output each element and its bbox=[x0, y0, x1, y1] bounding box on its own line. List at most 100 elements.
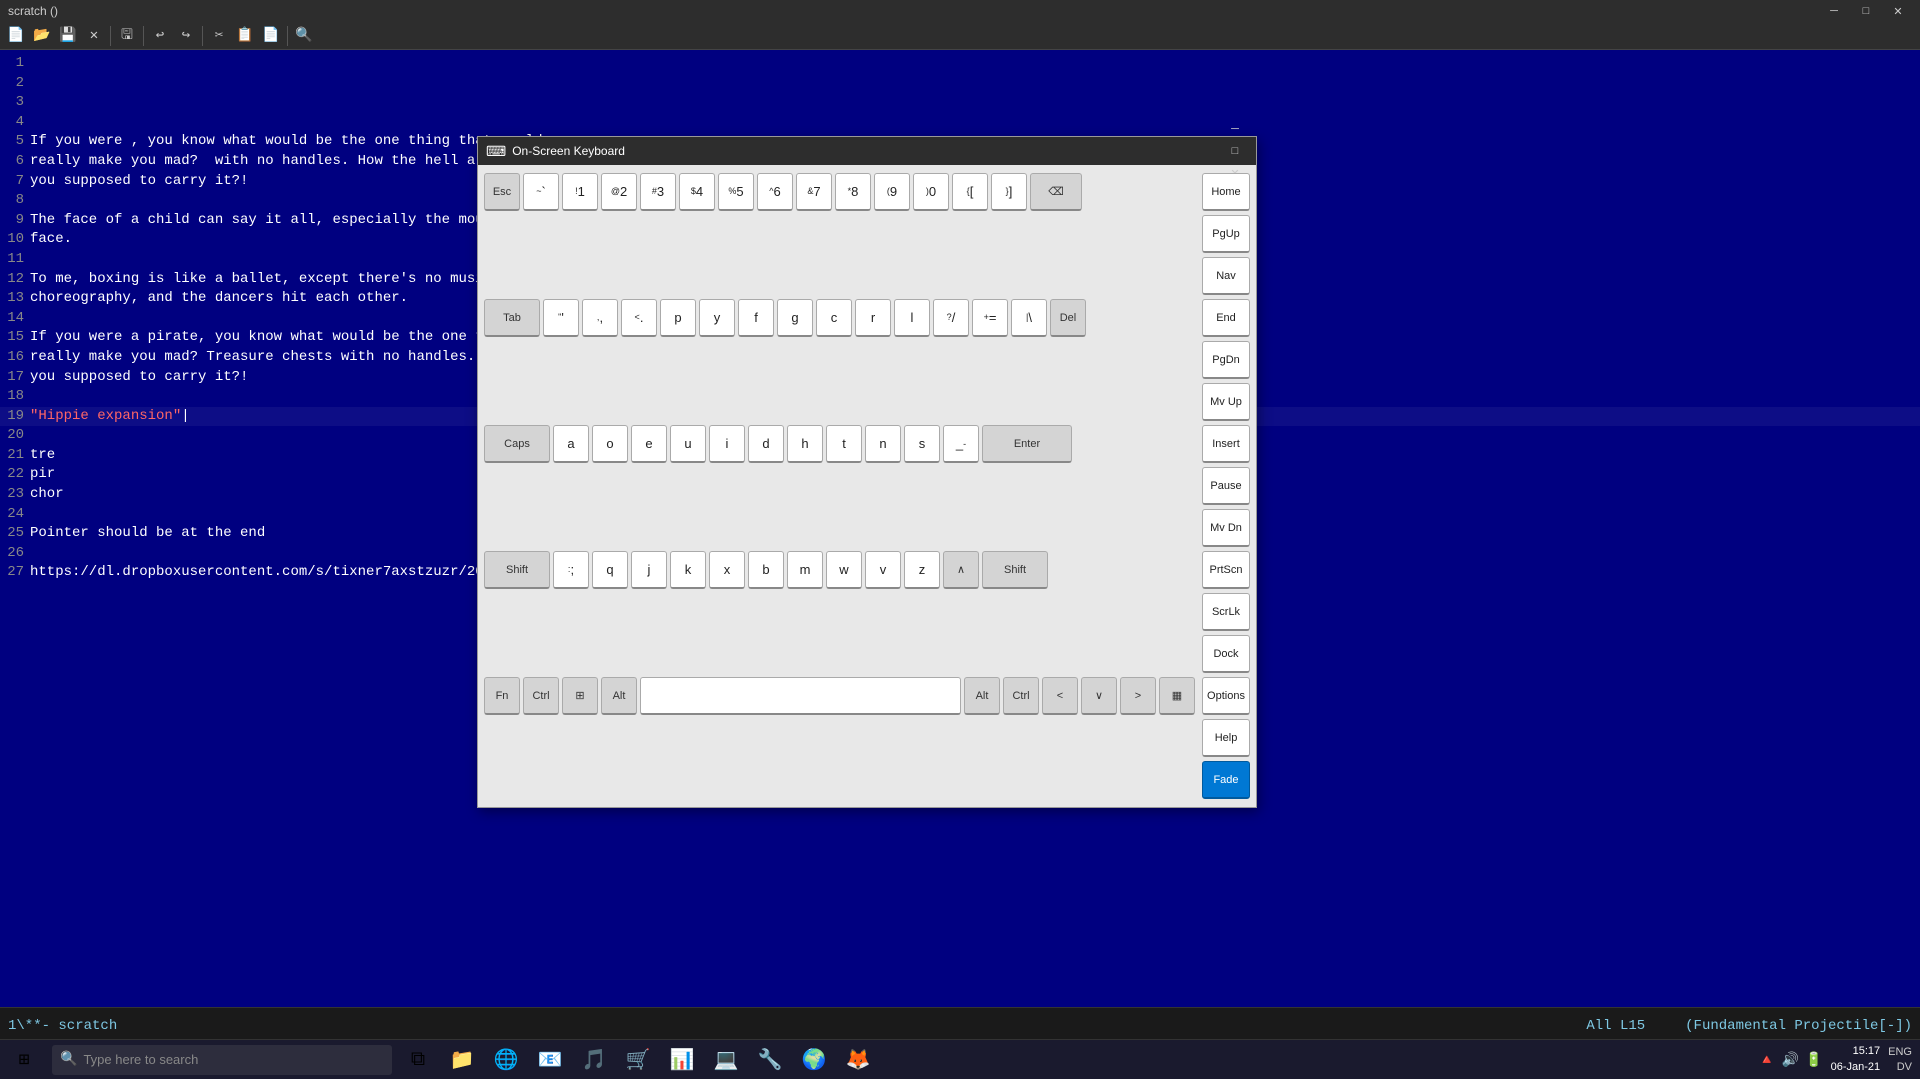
osk-key-r[interactable]: r bbox=[855, 299, 891, 337]
osk-key-3[interactable]: #3 bbox=[640, 173, 676, 211]
osk-key-help[interactable]: Help bbox=[1202, 719, 1250, 757]
osk-maximize-button[interactable]: □ bbox=[1222, 140, 1248, 162]
osk-key-alt-right[interactable]: Alt bbox=[964, 677, 1000, 715]
pinned-app-2[interactable]: 📧 bbox=[528, 1040, 572, 1079]
osk-key-pgup[interactable]: PgUp bbox=[1202, 215, 1250, 253]
osk-key-fade[interactable]: Fade bbox=[1202, 761, 1250, 799]
osk-key-quote[interactable]: "' bbox=[543, 299, 579, 337]
osk-key-alt-left[interactable]: Alt bbox=[601, 677, 637, 715]
osk-key-dock[interactable]: Dock bbox=[1202, 635, 1250, 673]
redo-button[interactable]: ↪ bbox=[174, 24, 198, 48]
osk-key-k[interactable]: k bbox=[670, 551, 706, 589]
osk-key-d[interactable]: d bbox=[748, 425, 784, 463]
osk-key-nav[interactable]: Nav bbox=[1202, 257, 1250, 295]
osk-key-j[interactable]: j bbox=[631, 551, 667, 589]
osk-key-comma[interactable]: ,, bbox=[582, 299, 618, 337]
osk-key-ctrl-left[interactable]: Ctrl bbox=[523, 677, 559, 715]
osk-key-i[interactable]: i bbox=[709, 425, 745, 463]
osk-key-a[interactable]: a bbox=[553, 425, 589, 463]
osk-key-fn[interactable]: Fn bbox=[484, 677, 520, 715]
osk-key-1[interactable]: !1 bbox=[562, 173, 598, 211]
osk-key-equals[interactable]: }] bbox=[991, 173, 1027, 211]
osk-key-dash[interactable]: _- bbox=[943, 425, 979, 463]
volume-icon[interactable]: 🔊 bbox=[1782, 1051, 1799, 1068]
osk-key-ctrl-right[interactable]: Ctrl bbox=[1003, 677, 1039, 715]
osk-key-shift-left[interactable]: Shift bbox=[484, 551, 550, 589]
taskbar-search-box[interactable]: 🔍 Type here to search bbox=[52, 1045, 392, 1075]
osk-key-leftarrow[interactable]: < bbox=[1042, 677, 1078, 715]
osk-key-rightarrow[interactable]: > bbox=[1120, 677, 1156, 715]
undo-button[interactable]: ↩ bbox=[148, 24, 172, 48]
pinned-app-1[interactable]: 🌐 bbox=[484, 1040, 528, 1079]
osk-key-e[interactable]: e bbox=[631, 425, 667, 463]
osk-key-h[interactable]: h bbox=[787, 425, 823, 463]
pinned-app-8[interactable]: 🌍 bbox=[792, 1040, 836, 1079]
osk-key-scrlk[interactable]: ScrLk bbox=[1202, 593, 1250, 631]
osk-key-6[interactable]: ^6 bbox=[757, 173, 793, 211]
osk-key-g[interactable]: g bbox=[777, 299, 813, 337]
osk-key-f[interactable]: f bbox=[738, 299, 774, 337]
paste-button[interactable]: 📄 bbox=[259, 24, 283, 48]
language-indicator[interactable]: ENG DV bbox=[1888, 1045, 1912, 1074]
osk-key-8[interactable]: *8 bbox=[835, 173, 871, 211]
osk-key-7[interactable]: &7 bbox=[796, 173, 832, 211]
osk-key-x[interactable]: x bbox=[709, 551, 745, 589]
osk-key-downarrow[interactable]: ∨ bbox=[1081, 677, 1117, 715]
pinned-app-4[interactable]: 🛒 bbox=[616, 1040, 660, 1079]
osk-key-prtscn[interactable]: PrtScn bbox=[1202, 551, 1250, 589]
print-button[interactable]: 🖫 bbox=[115, 24, 139, 48]
osk-key-mvup[interactable]: Mv Up bbox=[1202, 383, 1250, 421]
minimize-button[interactable]: ─ bbox=[1820, 0, 1848, 22]
osk-key-options[interactable]: Options bbox=[1202, 677, 1250, 715]
osk-minimize-button[interactable]: ─ bbox=[1222, 118, 1248, 140]
osk-key-l[interactable]: l bbox=[894, 299, 930, 337]
osk-key-del[interactable]: Del bbox=[1050, 299, 1086, 337]
osk-key-2[interactable]: @2 bbox=[601, 173, 637, 211]
file-explorer-button[interactable]: 📁 bbox=[440, 1040, 484, 1079]
osk-key-9[interactable]: (9 bbox=[874, 173, 910, 211]
osk-key-b[interactable]: b bbox=[748, 551, 784, 589]
maximize-button[interactable]: □ bbox=[1852, 0, 1880, 22]
osk-key-z[interactable]: z bbox=[904, 551, 940, 589]
osk-key-enter[interactable]: Enter bbox=[982, 425, 1072, 463]
osk-key-insert[interactable]: Insert bbox=[1202, 425, 1250, 463]
osk-key-semicolon[interactable]: :; bbox=[553, 551, 589, 589]
osk-key-v[interactable]: v bbox=[865, 551, 901, 589]
battery-icon[interactable]: 🔋 bbox=[1805, 1051, 1822, 1068]
network-icon[interactable]: 🔺 bbox=[1758, 1051, 1775, 1068]
osk-key-win[interactable]: ⊞ bbox=[562, 677, 598, 715]
osk-key-4[interactable]: $4 bbox=[679, 173, 715, 211]
osk-key-5[interactable]: %5 bbox=[718, 173, 754, 211]
close-file-button[interactable]: ✕ bbox=[82, 24, 106, 48]
osk-key-s[interactable]: s bbox=[904, 425, 940, 463]
open-file-button[interactable]: 📂 bbox=[30, 24, 54, 48]
new-file-button[interactable]: 📄 bbox=[4, 24, 28, 48]
osk-key-q[interactable]: q bbox=[592, 551, 628, 589]
osk-key-y[interactable]: y bbox=[699, 299, 735, 337]
task-view-button[interactable]: ⧉ bbox=[396, 1040, 440, 1079]
osk-key-p[interactable]: p bbox=[660, 299, 696, 337]
osk-key-space[interactable] bbox=[640, 677, 961, 715]
osk-key-slash[interactable]: ?/ bbox=[933, 299, 969, 337]
search-button[interactable]: 🔍 bbox=[292, 24, 316, 48]
pinned-app-7[interactable]: 🔧 bbox=[748, 1040, 792, 1079]
pinned-app-6[interactable]: 💻 bbox=[704, 1040, 748, 1079]
osk-key-tilde[interactable]: ~` bbox=[523, 173, 559, 211]
osk-key-end[interactable]: End bbox=[1202, 299, 1250, 337]
osk-key-o[interactable]: o bbox=[592, 425, 628, 463]
osk-key-0[interactable]: )0 bbox=[913, 173, 949, 211]
osk-key-n[interactable]: n bbox=[865, 425, 901, 463]
osk-key-u[interactable]: u bbox=[670, 425, 706, 463]
start-button[interactable]: ⊞ bbox=[0, 1040, 48, 1079]
osk-key-caps[interactable]: Caps bbox=[484, 425, 550, 463]
osk-key-c[interactable]: c bbox=[816, 299, 852, 337]
copy-button[interactable]: 📋 bbox=[233, 24, 257, 48]
osk-key-backslash[interactable]: |\ bbox=[1011, 299, 1047, 337]
osk-key-esc[interactable]: Esc bbox=[484, 173, 520, 211]
osk-key-t[interactable]: t bbox=[826, 425, 862, 463]
osk-key-uparrow[interactable]: ∧ bbox=[943, 551, 979, 589]
clock-display[interactable]: 15:17 06-Jan-21 bbox=[1831, 1044, 1881, 1075]
osk-key-mvdn[interactable]: Mv Dn bbox=[1202, 509, 1250, 547]
osk-key-pause[interactable]: Pause bbox=[1202, 467, 1250, 505]
cut-button[interactable]: ✂ bbox=[207, 24, 231, 48]
